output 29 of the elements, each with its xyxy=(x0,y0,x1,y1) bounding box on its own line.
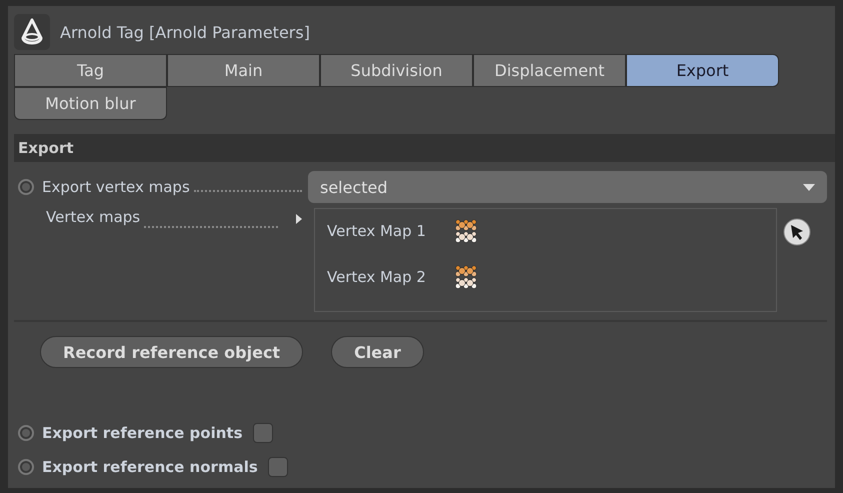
tab[interactable]: Export xyxy=(626,54,779,87)
option-label: Export reference normals xyxy=(42,458,258,476)
action-button[interactable]: Clear xyxy=(331,336,424,368)
pick-cursor-icon[interactable] xyxy=(783,218,811,246)
list-item[interactable]: Vertex Map 2 xyxy=(327,268,426,286)
expand-arrow-icon[interactable] xyxy=(296,214,302,224)
checkbox[interactable] xyxy=(252,423,273,443)
action-button[interactable]: Record reference object xyxy=(40,336,304,368)
vertex-map-icon xyxy=(454,219,478,243)
cone-logo-icon xyxy=(20,18,44,46)
tab[interactable]: Motion blur xyxy=(14,87,167,120)
tab[interactable]: Displacement xyxy=(473,54,626,87)
vertex-map-icon xyxy=(454,265,478,289)
vertex-map-list[interactable]: Vertex Map 1 Vertex Map 2 xyxy=(314,208,777,312)
list-item[interactable]: Vertex Map 1 xyxy=(327,222,426,240)
caret-icon xyxy=(803,184,815,190)
section-header: Export xyxy=(14,134,835,162)
window-title: Arnold Tag [Arnold Parameters] xyxy=(60,22,310,42)
dropdown[interactable]: selected xyxy=(308,171,827,203)
keyframe-radio[interactable] xyxy=(18,179,34,195)
option-label: Export reference points xyxy=(42,424,243,442)
keyframe-radio[interactable] xyxy=(18,425,34,441)
field-label: Vertex maps xyxy=(46,208,140,226)
tab[interactable]: Tag xyxy=(14,54,167,87)
field-label: Export vertex maps xyxy=(42,178,190,196)
keyframe-radio[interactable] xyxy=(18,459,34,475)
tab[interactable]: Main xyxy=(167,54,320,87)
tab[interactable]: Subdivision xyxy=(320,54,473,87)
checkbox[interactable] xyxy=(268,457,288,477)
